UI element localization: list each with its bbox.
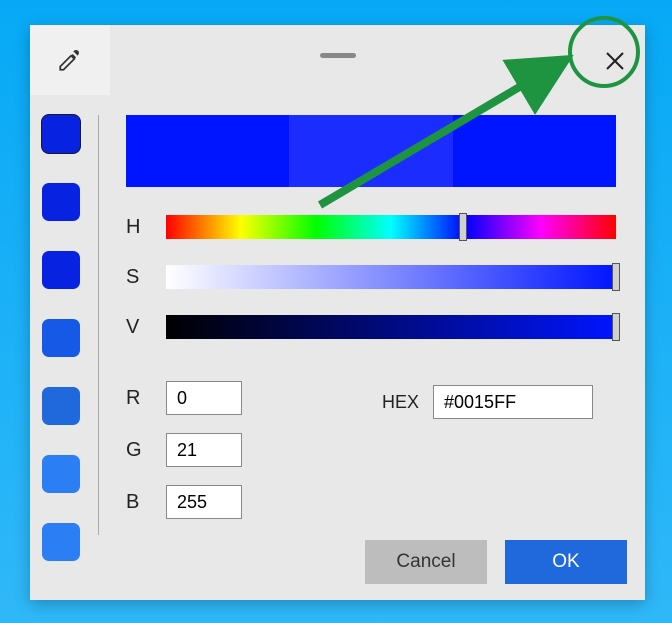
r-input[interactable] (166, 381, 242, 415)
close-button[interactable] (597, 43, 633, 79)
g-label: G (126, 439, 166, 462)
swatch-column (42, 115, 88, 591)
color-preview (126, 115, 616, 187)
drag-handle[interactable] (320, 53, 356, 58)
val-slider[interactable] (166, 315, 616, 339)
swatch-1[interactable] (42, 183, 80, 221)
hex-row: HEX (382, 385, 593, 419)
hex-input[interactable] (433, 385, 593, 419)
swatch-2[interactable] (42, 251, 80, 289)
color-picker-dialog: H S V R G (30, 25, 645, 600)
preview-mid (289, 115, 452, 187)
hue-row: H (126, 213, 616, 241)
hue-thumb[interactable] (459, 213, 467, 241)
swatch-6[interactable] (42, 523, 80, 561)
val-thumb[interactable] (612, 313, 620, 341)
swatch-4[interactable] (42, 387, 80, 425)
close-icon (605, 51, 625, 71)
sat-slider[interactable] (166, 265, 616, 289)
button-row: Cancel OK (365, 540, 627, 584)
hue-label: H (126, 216, 166, 239)
r-label: R (126, 387, 166, 410)
swatch-0[interactable] (42, 115, 80, 153)
hex-label: HEX (382, 392, 419, 413)
eyedropper-button[interactable] (30, 25, 110, 95)
divider (98, 115, 99, 535)
b-input[interactable] (166, 485, 242, 519)
g-row: G (126, 433, 616, 467)
swatch-5[interactable] (42, 455, 80, 493)
sat-row: S (126, 263, 616, 291)
sat-thumb[interactable] (612, 263, 620, 291)
ok-button[interactable]: OK (505, 540, 627, 584)
b-row: B (126, 485, 616, 519)
b-label: B (126, 491, 166, 514)
eyedropper-icon (57, 47, 83, 73)
val-row: V (126, 313, 616, 341)
preview-left (126, 115, 289, 187)
preview-right (453, 115, 616, 187)
val-label: V (126, 316, 166, 339)
titlebar (30, 25, 645, 95)
hue-slider[interactable] (166, 215, 616, 239)
swatch-3[interactable] (42, 319, 80, 357)
cancel-button[interactable]: Cancel (365, 540, 487, 584)
sat-label: S (126, 266, 166, 289)
g-input[interactable] (166, 433, 242, 467)
